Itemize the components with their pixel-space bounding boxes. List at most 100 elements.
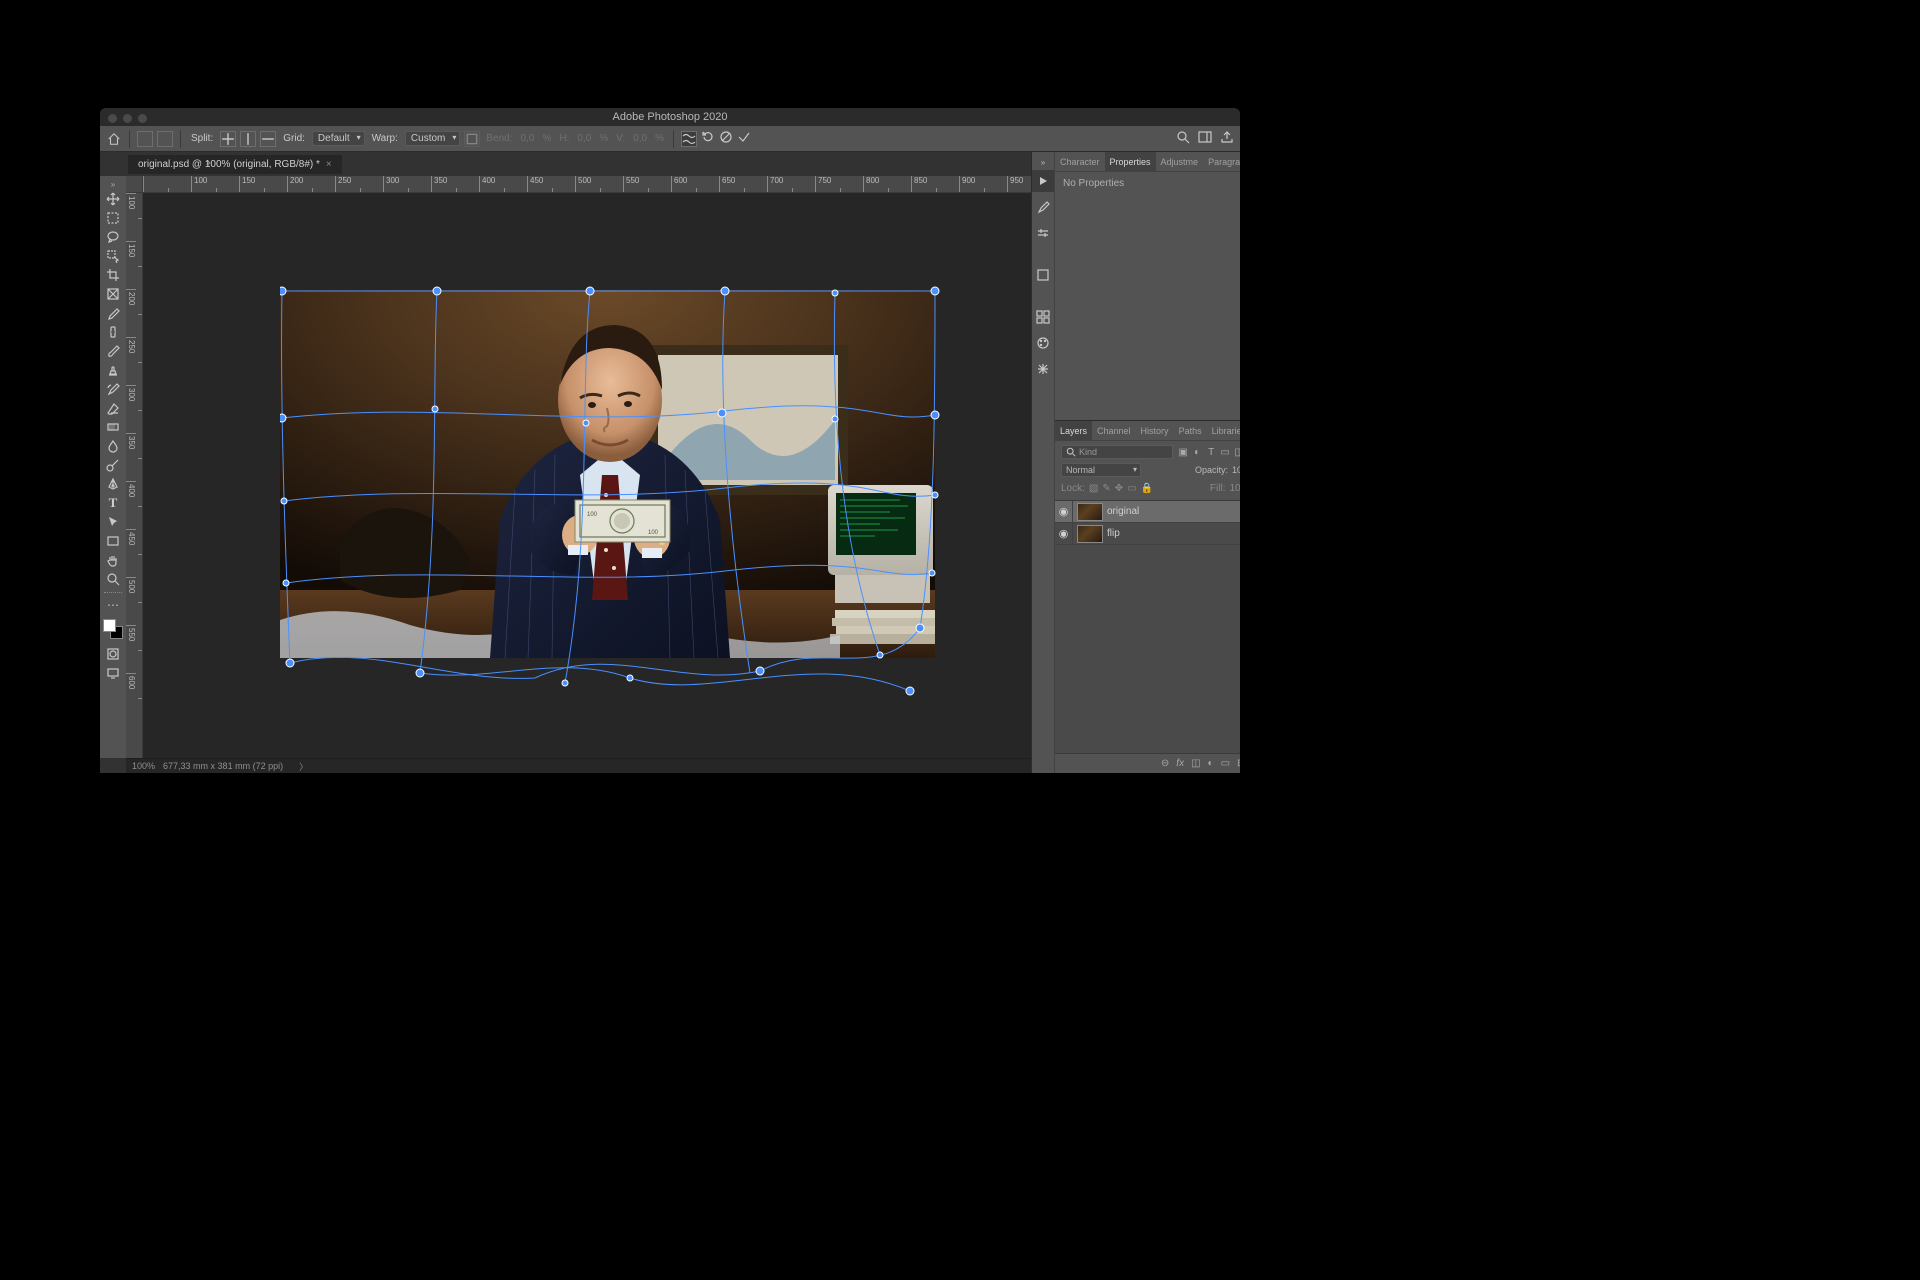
grid-select[interactable]: Default bbox=[312, 131, 365, 146]
home-icon[interactable] bbox=[106, 131, 122, 147]
split-cross-icon[interactable] bbox=[220, 131, 236, 147]
collapsed-panel-strip: » bbox=[1032, 152, 1055, 773]
chevron-right-icon[interactable]: 〉 bbox=[299, 760, 308, 773]
chevron-right-icon[interactable]: » bbox=[111, 180, 115, 190]
layer-thumbnail[interactable] bbox=[1077, 525, 1103, 543]
frame-tool-icon[interactable] bbox=[102, 285, 124, 303]
layer-row[interactable]: ◉ original bbox=[1055, 501, 1240, 523]
layer-filter-icons[interactable]: ▣◐T▭◫ bbox=[1177, 447, 1240, 458]
chevron-right-icon[interactable]: » bbox=[206, 158, 210, 167]
layer-name[interactable]: flip bbox=[1107, 528, 1240, 539]
visibility-icon[interactable]: ◉ bbox=[1055, 501, 1073, 522]
search-icon[interactable] bbox=[1176, 130, 1190, 147]
panel-tab[interactable]: Adjustme bbox=[1156, 152, 1204, 172]
pen-tool-icon[interactable] bbox=[102, 475, 124, 493]
share-icon[interactable] bbox=[1220, 130, 1234, 147]
panel-tab[interactable]: Character bbox=[1055, 152, 1105, 172]
brushsettings-panel-icon[interactable] bbox=[1032, 222, 1054, 244]
layer-fx-icon[interactable]: fx bbox=[1176, 758, 1184, 769]
layer-row[interactable]: ◉ flip bbox=[1055, 523, 1240, 545]
panel-tab[interactable]: Properties bbox=[1105, 152, 1156, 172]
history-brush-tool-icon[interactable] bbox=[102, 380, 124, 398]
new-layer-icon[interactable]: ⊞ bbox=[1237, 758, 1240, 769]
close-icon[interactable]: × bbox=[326, 159, 332, 170]
layer-thumbnail[interactable] bbox=[1077, 503, 1103, 521]
panel-tab[interactable]: Paragrapl bbox=[1203, 152, 1240, 172]
visibility-icon[interactable]: ◉ bbox=[1055, 523, 1073, 544]
document-tab[interactable]: original.psd @ 100% (original, RGB/8#) *… bbox=[128, 155, 342, 174]
lock-position-icon[interactable]: ✥ bbox=[1115, 483, 1123, 494]
move-tool-icon[interactable] bbox=[102, 190, 124, 208]
doc-info[interactable]: 677,33 mm x 381 mm (72 ppi) bbox=[163, 761, 283, 771]
orientation-icon[interactable] bbox=[464, 131, 480, 147]
ruler-origin[interactable] bbox=[126, 176, 143, 193]
traffic-lights[interactable] bbox=[108, 114, 147, 123]
ruler-vertical[interactable]: 100150200250300350400450500550600 bbox=[126, 193, 143, 758]
dodge-tool-icon[interactable] bbox=[102, 456, 124, 474]
zoom-level[interactable]: 100% bbox=[132, 761, 155, 771]
link-layers-icon[interactable]: ⊖ bbox=[1161, 758, 1169, 769]
styles-panel-icon[interactable] bbox=[1032, 264, 1054, 286]
marquee-tool-icon[interactable] bbox=[102, 209, 124, 227]
canvas-image[interactable]: 100 100 bbox=[280, 290, 935, 658]
v-field[interactable]: 0,0 bbox=[631, 133, 649, 144]
shape-tool-icon[interactable] bbox=[102, 532, 124, 550]
stamp-tool-icon[interactable] bbox=[102, 361, 124, 379]
zoom-tool-icon[interactable] bbox=[102, 570, 124, 588]
panel-tab[interactable]: Channel bbox=[1092, 421, 1136, 441]
edit-toolbar-icon[interactable]: ⋯ bbox=[102, 596, 124, 614]
layer-group-icon[interactable]: ▭ bbox=[1221, 758, 1230, 769]
type-tool-icon[interactable]: T bbox=[102, 494, 124, 512]
warp-select[interactable]: Custom bbox=[405, 131, 460, 146]
brushes-panel-icon[interactable] bbox=[1032, 196, 1054, 218]
reset-icon[interactable] bbox=[701, 130, 715, 147]
eraser-tool-icon[interactable] bbox=[102, 399, 124, 417]
hand-tool-icon[interactable] bbox=[102, 551, 124, 569]
fill-value[interactable]: 100% bbox=[1229, 483, 1240, 494]
quickmask-icon[interactable] bbox=[102, 645, 124, 663]
lasso-tool-icon[interactable] bbox=[102, 228, 124, 246]
layer-name[interactable]: original bbox=[1107, 506, 1240, 517]
screenmode-icon[interactable] bbox=[102, 664, 124, 682]
swatches-panel-icon[interactable] bbox=[1032, 306, 1054, 328]
commit-icon[interactable] bbox=[737, 130, 751, 147]
eyedropper-tool-icon[interactable] bbox=[102, 304, 124, 322]
brush-tool-icon[interactable] bbox=[102, 342, 124, 360]
workspace-icon[interactable] bbox=[1198, 130, 1212, 147]
lock-artboard-icon[interactable]: ▭ bbox=[1127, 483, 1136, 494]
panel-tab[interactable]: Libraries bbox=[1207, 421, 1240, 441]
canvas[interactable]: 100 100 bbox=[143, 193, 1031, 758]
lock-brush-icon[interactable]: ✎ bbox=[1102, 483, 1110, 494]
adjustment-layer-icon[interactable]: ◐ bbox=[1208, 758, 1214, 769]
lock-all-icon[interactable]: 🔒 bbox=[1141, 483, 1153, 494]
color-panel-icon[interactable] bbox=[1032, 332, 1054, 354]
panel-tab[interactable]: Layers bbox=[1055, 421, 1092, 441]
panel-tab[interactable]: History bbox=[1136, 421, 1174, 441]
warp-mode-toggle-1[interactable] bbox=[137, 131, 153, 147]
split-horiz-icon[interactable] bbox=[260, 131, 276, 147]
chevron-right-icon[interactable]: » bbox=[1041, 158, 1045, 168]
panel-tab[interactable]: Paths bbox=[1174, 421, 1207, 441]
object-select-tool-icon[interactable] bbox=[102, 247, 124, 265]
opacity-value[interactable]: 100% bbox=[1232, 465, 1240, 475]
layer-mask-icon[interactable]: ◫ bbox=[1191, 758, 1200, 769]
warp-icon[interactable] bbox=[681, 131, 697, 147]
actions-panel-icon[interactable] bbox=[1032, 170, 1054, 192]
layer-kind-filter[interactable]: Kind bbox=[1061, 445, 1173, 459]
heal-tool-icon[interactable] bbox=[102, 323, 124, 341]
bend-field[interactable]: 0,0 bbox=[519, 133, 537, 144]
cancel-icon[interactable] bbox=[719, 130, 733, 147]
blur-tool-icon[interactable] bbox=[102, 437, 124, 455]
lock-pixels-icon[interactable]: ▧ bbox=[1089, 483, 1098, 494]
properties-panel: » CharacterPropertiesAdjustmeParagrapl≡ … bbox=[1055, 152, 1240, 420]
patterns-panel-icon[interactable] bbox=[1032, 358, 1054, 380]
blend-mode-select[interactable]: Normal bbox=[1061, 463, 1141, 477]
split-vert-icon[interactable] bbox=[240, 131, 256, 147]
path-select-tool-icon[interactable] bbox=[102, 513, 124, 531]
ruler-horizontal[interactable]: 1001502002503003504004505005506006507007… bbox=[143, 176, 1031, 193]
gradient-tool-icon[interactable] bbox=[102, 418, 124, 436]
warp-mode-toggle-2[interactable] bbox=[157, 131, 173, 147]
h-field[interactable]: 0,0 bbox=[575, 133, 593, 144]
color-swatch[interactable] bbox=[103, 619, 123, 639]
crop-tool-icon[interactable] bbox=[102, 266, 124, 284]
